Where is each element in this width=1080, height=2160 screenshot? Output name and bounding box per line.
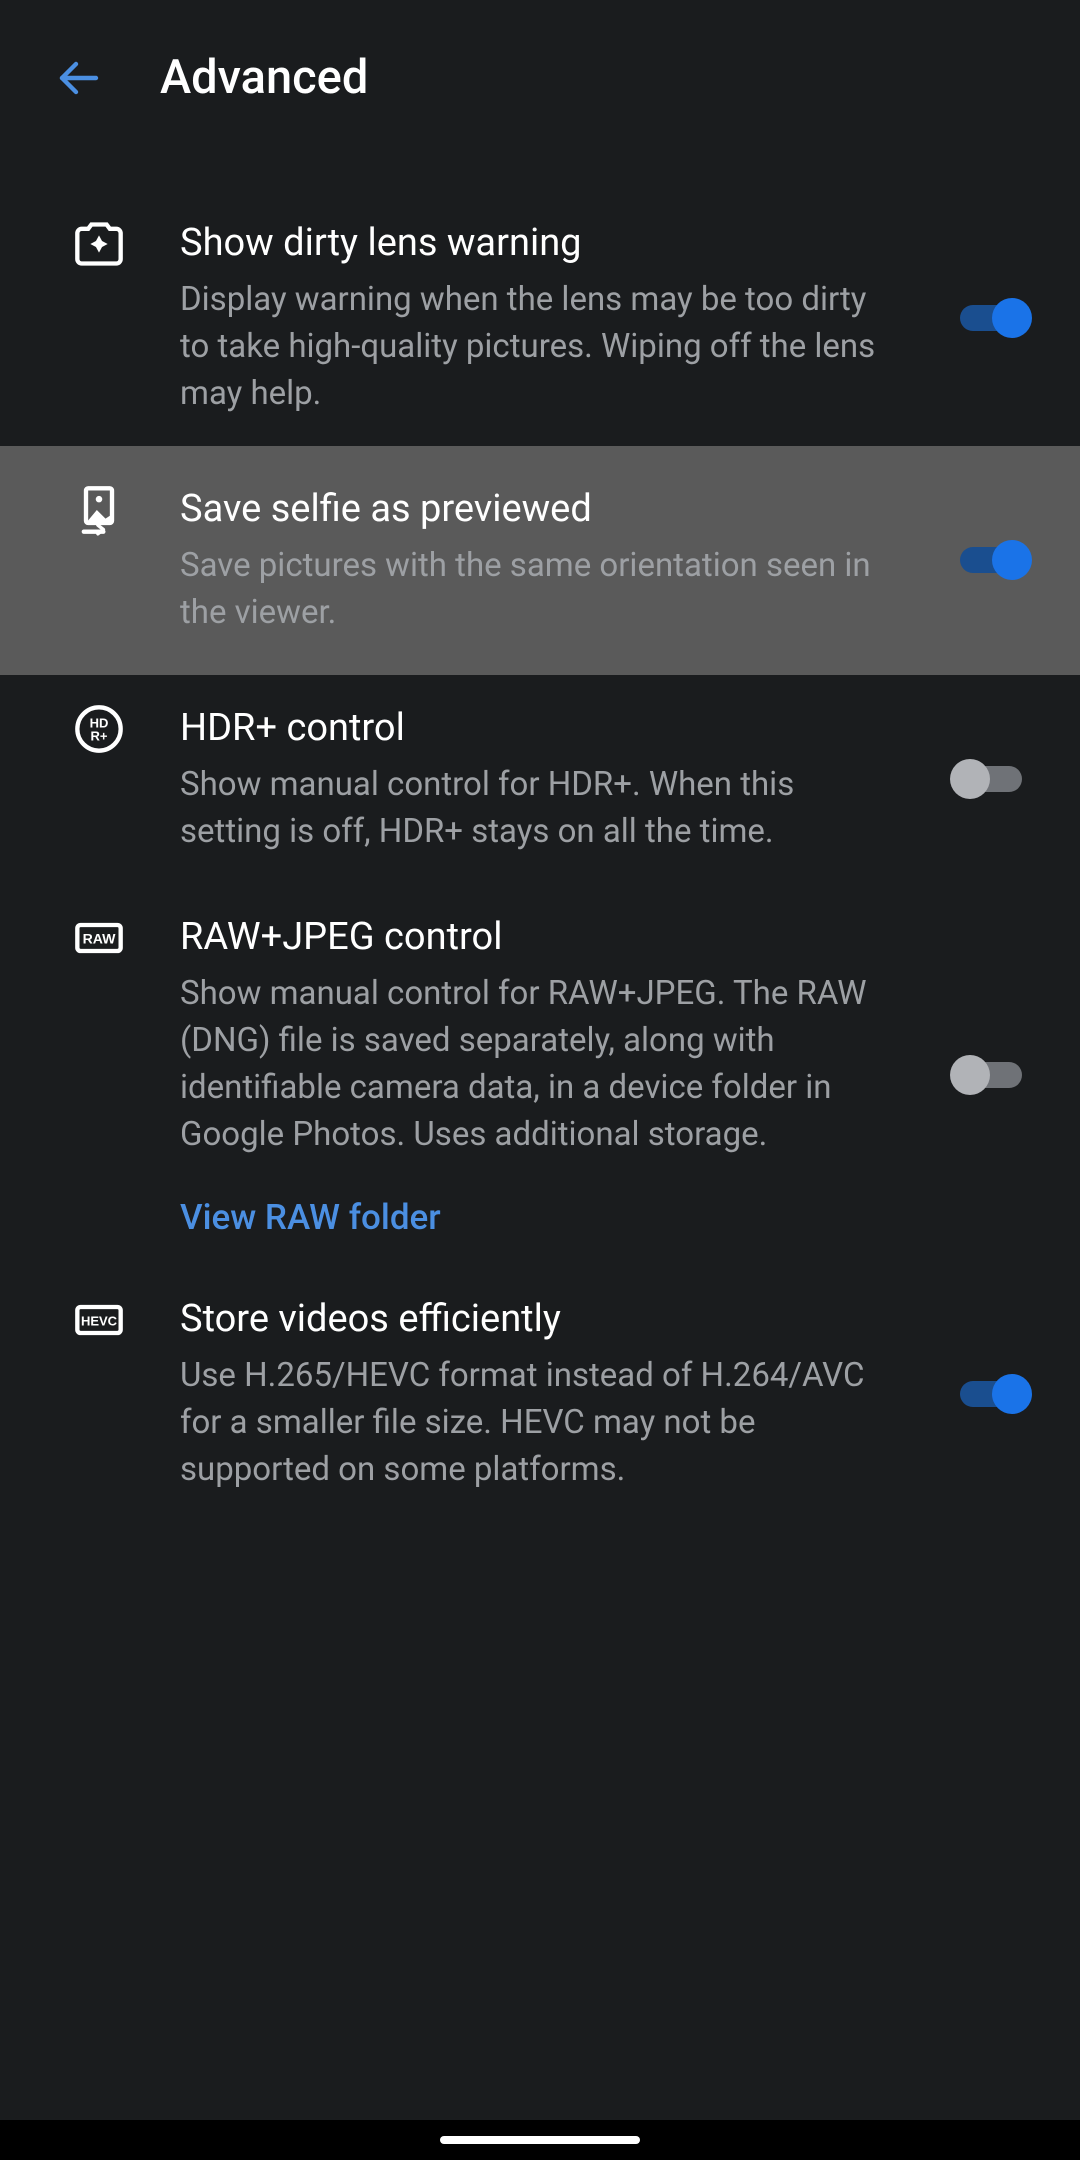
setting-save-selfie[interactable]: Save selfie as previewed Save pictures w… [0,446,1080,675]
toggle-hdr-plus[interactable] [950,759,1032,799]
back-button[interactable] [50,50,105,105]
toggle-dirty-lens[interactable] [950,298,1032,338]
nav-handle[interactable] [440,2136,640,2144]
toggle-holder [950,298,1040,338]
setting-title: Show dirty lens warning [180,218,888,269]
setting-hdr-plus[interactable]: HD R+ HDR+ control Show manual control f… [0,675,1080,884]
setting-description: Show manual control for RAW+JPEG. The RA… [180,971,888,1158]
setting-description: Use H.265/HEVC format instead of H.264/A… [180,1353,888,1494]
toggle-holder [950,759,1040,799]
setting-hevc[interactable]: HEVC Store videos efficiently Use H.265/… [0,1266,1080,1522]
setting-content: Show dirty lens warning Display warning … [180,218,900,418]
svg-text:R+: R+ [91,728,108,743]
hevc-icon: HEVC [68,1294,130,1346]
dirty-lens-icon [68,218,130,270]
setting-raw-jpeg[interactable]: RAW RAW+JPEG control Show manual control… [0,884,1080,1266]
svg-text:RAW: RAW [83,930,117,946]
svg-text:HEVC: HEVC [81,1313,118,1328]
page-title: Advanced [160,50,368,105]
setting-title: Store videos efficiently [180,1294,888,1345]
setting-title: HDR+ control [180,703,888,754]
header: Advanced [0,0,1080,155]
toggle-holder [950,540,1040,580]
toggle-holder [950,1055,1040,1095]
selfie-orientation-icon [68,484,130,536]
raw-icon: RAW [68,912,130,964]
toggle-raw-jpeg[interactable] [950,1055,1032,1095]
setting-content: Store videos efficiently Use H.265/HEVC … [180,1294,900,1494]
setting-description: Display warning when the lens may be too… [180,277,888,418]
setting-content: Save selfie as previewed Save pictures w… [180,484,900,637]
back-arrow-icon [54,54,102,102]
setting-description: Save pictures with the same orientation … [180,543,888,637]
setting-content: HDR+ control Show manual control for HDR… [180,703,900,856]
setting-title: RAW+JPEG control [180,912,888,963]
view-raw-folder-link[interactable]: View RAW folder [180,1197,888,1238]
toggle-holder [950,1374,1040,1414]
setting-content: RAW+JPEG control Show manual control for… [180,912,900,1238]
toggle-save-selfie[interactable] [950,540,1032,580]
setting-dirty-lens[interactable]: Show dirty lens warning Display warning … [0,190,1080,446]
setting-title: Save selfie as previewed [180,484,888,535]
toggle-hevc[interactable] [950,1374,1032,1414]
setting-description: Show manual control for HDR+. When this … [180,762,888,856]
android-nav-bar [0,2120,1080,2160]
hdr-plus-icon: HD R+ [68,703,130,755]
settings-list: Show dirty lens warning Display warning … [0,155,1080,1522]
